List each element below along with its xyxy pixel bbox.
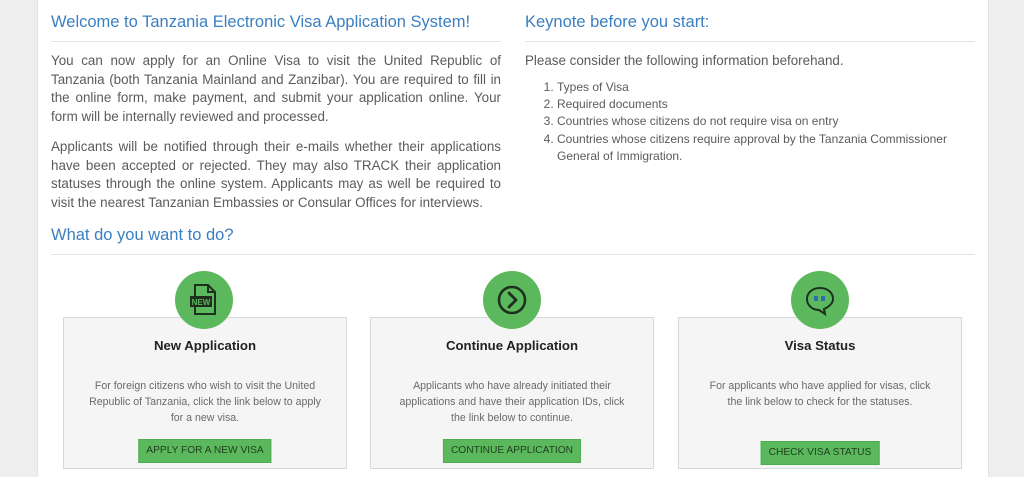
actions-heading-row: What do you want to do?: [51, 226, 975, 255]
apply-new-visa-button[interactable]: APPLY FOR A NEW VISA: [138, 439, 272, 463]
continue-application-button[interactable]: CONTINUE APPLICATION: [442, 439, 582, 463]
check-visa-status-button[interactable]: CHECK VISA STATUS: [760, 441, 880, 465]
keynote-item-required-documents[interactable]: Required documents: [557, 96, 975, 113]
new-document-icon: NEW: [175, 271, 233, 329]
keynote-list: Types of Visa Required documents Countri…: [525, 79, 975, 165]
svg-text:NEW: NEW: [192, 298, 211, 307]
keynote-section: Keynote before you start: Please conside…: [525, 0, 975, 165]
speech-bubble-icon: [791, 271, 849, 329]
arrow-circle-right-icon: [483, 271, 541, 329]
card-title: Continue Application: [445, 338, 579, 353]
card-title: New Application: [153, 338, 257, 353]
keynote-title: Keynote before you start:: [525, 0, 975, 42]
page-container: Welcome to Tanzania Electronic Visa Appl…: [37, 0, 989, 477]
card-title: Visa Status: [784, 338, 856, 353]
actions-title: What do you want to do?: [51, 226, 234, 244]
welcome-title: Welcome to Tanzania Electronic Visa Appl…: [51, 0, 501, 42]
keynote-item-visa-types[interactable]: Types of Visa: [557, 79, 975, 96]
card-description: For foreign citizens who wish to visit t…: [89, 380, 321, 424]
continue-application-card: Continue Application Applicants who have…: [370, 317, 654, 469]
card-description: Applicants who have already initiated th…: [399, 380, 625, 424]
new-application-card: New Application For foreign citizens who…: [63, 317, 347, 469]
keynote-item-visa-free-countries[interactable]: Countries whose citizens do not require …: [557, 113, 975, 130]
visa-status-card: Visa Status For applicants who have appl…: [678, 317, 962, 469]
keynote-intro: Please consider the following informatio…: [525, 53, 844, 68]
welcome-paragraph-1: You can now apply for an Online Visa to …: [51, 53, 501, 124]
welcome-paragraph-2: Applicants will be notified through thei…: [51, 139, 501, 210]
keynote-item-approval-countries[interactable]: Countries whose citizens require approva…: [557, 131, 975, 165]
welcome-section: Welcome to Tanzania Electronic Visa Appl…: [51, 0, 501, 212]
card-description: For applicants who have applied for visa…: [709, 380, 931, 408]
